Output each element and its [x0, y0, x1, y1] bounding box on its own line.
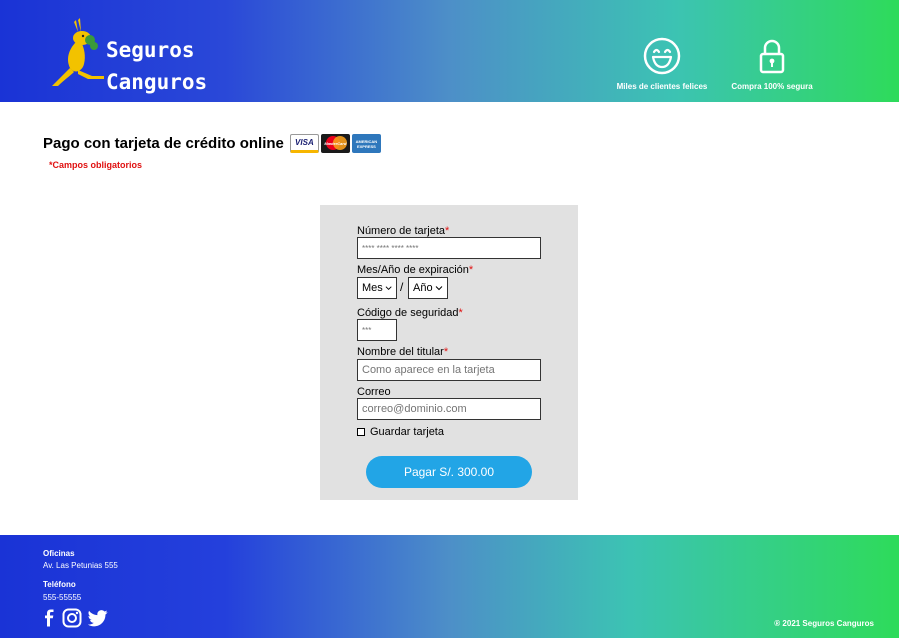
pay-button[interactable]: Pagar S/. 300.00 — [366, 456, 532, 488]
card-number-input[interactable] — [357, 237, 541, 259]
expiration-year-select[interactable]: Año — [408, 277, 448, 299]
amex-card-icon: AMERICAN EXPRESS — [351, 134, 381, 153]
security-code-input[interactable] — [357, 319, 397, 341]
page-title: Pago con tarjeta de crédito online — [43, 135, 284, 152]
offices-heading: Oficinas — [43, 549, 75, 558]
mastercard-icon: MasterCard — [320, 134, 350, 153]
brand-line-1: Seguros — [106, 38, 195, 62]
chevron-down-icon — [435, 286, 442, 291]
copyright-notice: ® 2021 Seguros Canguros — [774, 619, 874, 628]
smiley-icon — [643, 37, 681, 75]
padlock-icon — [759, 39, 785, 74]
required-mark: * — [468, 264, 474, 276]
security-code-label: Código de seguridad* — [357, 307, 463, 319]
offices-address: Av. Las Petunias 555 — [43, 561, 118, 570]
security-code-label-text: Código de seguridad — [357, 307, 459, 319]
holder-name-label-text: Nombre del titular — [357, 346, 444, 358]
amex-label: AMERICAN EXPRESS — [355, 138, 378, 149]
expiration-month-select[interactable]: Mes — [357, 277, 397, 299]
holder-name-input[interactable] — [357, 359, 541, 381]
title-row: Pago con tarjeta de crédito online VISA … — [43, 134, 381, 153]
required-mark: * — [445, 225, 450, 237]
month-value: Mes — [362, 282, 383, 294]
brand-line-2: Canguros — [106, 70, 208, 94]
email-label: Correo — [357, 386, 391, 398]
chevron-down-icon — [385, 286, 392, 290]
holder-name-label: Nombre del titular* — [357, 346, 448, 358]
required-mark: * — [458, 307, 463, 319]
expiration-label-text: Mes/Año de expiración — [357, 264, 469, 276]
save-card-checkbox[interactable] — [357, 428, 365, 436]
visa-card-icon: VISA — [289, 134, 319, 153]
feature-label: Compra 100% segura — [731, 82, 813, 91]
brand-name[interactable]: Seguros Canguros — [106, 34, 207, 98]
mastercard-label: MasterCard — [324, 141, 347, 146]
kangaroo-logo-icon — [52, 18, 104, 86]
email-input[interactable] — [357, 398, 541, 420]
phone-number[interactable]: 555-55555 — [43, 593, 81, 602]
facebook-icon[interactable] — [42, 609, 56, 627]
visa-label: VISA — [295, 138, 314, 147]
required-fields-note: *Campos obligatorios — [49, 160, 143, 170]
payment-form: Número de tarjeta* Mes/Año de expiración… — [320, 205, 578, 500]
social-links — [42, 608, 108, 628]
site-footer: Oficinas Av. Las Petunias 555 Teléfono 5… — [0, 535, 899, 638]
site-header: Seguros Canguros Miles de clientes felic… — [0, 0, 899, 102]
phone-heading: Teléfono — [43, 580, 76, 589]
required-mark: * — [443, 346, 449, 358]
accepted-cards: VISA MasterCard AMERICAN EXPRESS — [289, 134, 381, 153]
twitter-icon[interactable] — [88, 609, 108, 627]
email-label-text: Correo — [357, 386, 391, 398]
feature-label: Miles de clientes felices — [616, 82, 708, 91]
card-number-label: Número de tarjeta* — [357, 225, 449, 237]
feature-secure-purchase: Compra 100% segura — [712, 36, 832, 91]
card-number-label-text: Número de tarjeta — [357, 225, 446, 237]
expiration-label: Mes/Año de expiración* — [357, 264, 473, 276]
date-separator: / — [400, 280, 404, 294]
year-value: Año — [413, 282, 433, 294]
instagram-icon[interactable] — [62, 608, 82, 628]
save-card-label[interactable]: Guardar tarjeta — [370, 426, 444, 438]
feature-happy-clients: Miles de clientes felices — [602, 36, 722, 91]
